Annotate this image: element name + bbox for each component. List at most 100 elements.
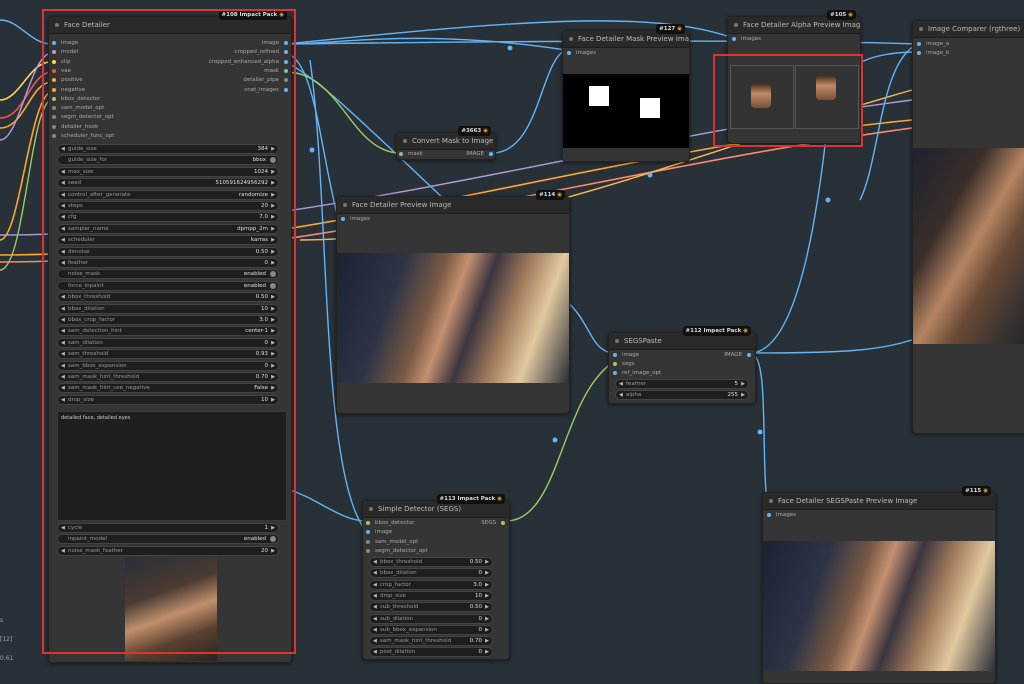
face-detailer-node[interactable]: Face Detailer #108 Impact Pack ◉ image mo…: [48, 10, 292, 663]
segs-paste-input-image[interactable]: image: [613, 351, 639, 359]
segs-paste-feather-widget[interactable]: ◀ feather 5 ▶: [615, 379, 749, 389]
increment-arrow-icon[interactable]: ▶: [485, 615, 489, 623]
port-dot[interactable]: [52, 50, 56, 55]
alpha-preview-input-images[interactable]: images: [732, 35, 761, 43]
fd-input-negative[interactable]: negative: [52, 86, 85, 94]
fd-input-scheduler-func-opt[interactable]: scheduler_func_opt: [52, 132, 114, 140]
decrement-arrow-icon[interactable]: ◀: [61, 305, 65, 313]
increment-arrow-icon[interactable]: ▶: [271, 327, 275, 335]
sd-widget-bbox-dilation[interactable]: ◀ bbox_dilation 0 ▶: [369, 568, 493, 579]
mask-preview-input-images[interactable]: images: [567, 49, 596, 57]
sd-widget-bbox-threshold[interactable]: ◀ bbox_threshold 0.50 ▶: [369, 557, 493, 567]
decrement-arrow-icon[interactable]: ◀: [373, 603, 377, 611]
port-dot[interactable]: [52, 106, 56, 111]
port-dot[interactable]: [52, 124, 56, 129]
port-dot[interactable]: [284, 68, 288, 73]
fd-widget-max-size[interactable]: ◀ max_size 1024 ▶: [57, 166, 279, 177]
segs-preview-input-images[interactable]: images: [767, 511, 796, 519]
increment-arrow-icon[interactable]: ▶: [485, 581, 489, 589]
increment-arrow-icon[interactable]: ▶: [485, 569, 489, 577]
decrement-arrow-icon[interactable]: ◀: [61, 225, 65, 233]
decrement-arrow-icon[interactable]: ◀: [61, 213, 65, 221]
fd-input-clip[interactable]: clip: [52, 58, 71, 66]
simple-detector-output[interactable]: SEGS: [481, 519, 505, 527]
fd-widget-cycle[interactable]: ◀ cycle 1 ▶: [57, 523, 279, 533]
fd-output-detailer-pipe[interactable]: detailer_pipe: [243, 76, 288, 84]
increment-arrow-icon[interactable]: ▶: [271, 202, 275, 210]
fd-widget-sam-dilation[interactable]: ◀ sam_dilation 0 ▶: [57, 337, 279, 348]
increment-arrow-icon[interactable]: ▶: [485, 603, 489, 611]
fd-widget-sam-mask-hint-threshold[interactable]: ◀ sam_mask_hint_threshold 0.70 ▶: [57, 372, 279, 382]
increment-arrow-icon[interactable]: ▶: [271, 362, 275, 370]
decrement-arrow-icon[interactable]: ◀: [61, 362, 65, 370]
increment-arrow-icon[interactable]: ▶: [271, 339, 275, 347]
fd-input-vae[interactable]: vae: [52, 67, 71, 75]
decrement-arrow-icon[interactable]: ◀: [61, 202, 65, 210]
sd-input-segm-detector-opt[interactable]: segm_detector_opt: [366, 547, 428, 555]
fd-widget-bbox-dilation[interactable]: ◀ bbox_dilation 10 ▶: [57, 303, 279, 314]
segs-paste-alpha-widget[interactable]: ◀ alpha 255 ▶: [615, 390, 749, 400]
fd-input-model[interactable]: model: [52, 48, 78, 56]
increment-arrow-icon[interactable]: ▶: [485, 558, 489, 566]
fd-output-cnet-images[interactable]: cnet_images: [244, 86, 288, 94]
increment-arrow-icon[interactable]: ▶: [485, 592, 489, 600]
decrement-arrow-icon[interactable]: ◀: [373, 581, 377, 589]
sd-widget-post-dilation[interactable]: ◀ post_dilation 0 ▶: [369, 647, 493, 658]
decrement-arrow-icon[interactable]: ◀: [373, 592, 377, 600]
fd-widget-bbox-threshold[interactable]: ◀ bbox_threshold 0.50 ▶: [57, 292, 279, 303]
sd-input-image[interactable]: image: [366, 528, 392, 536]
fd-widget-steps[interactable]: ◀ steps 20 ▶: [57, 201, 279, 211]
fd-input-bbox-detector[interactable]: bbox_detector: [52, 95, 100, 103]
decrement-arrow-icon[interactable]: ◀: [61, 327, 65, 335]
fd-widget-bbox-crop-factor[interactable]: ◀ bbox_crop_factor 3.0 ▶: [57, 315, 279, 325]
decrement-arrow-icon[interactable]: ◀: [373, 558, 377, 566]
fd-widget-sam-detection-hint[interactable]: ◀ sam_detection_hint center-1 ▶: [57, 326, 279, 337]
fd-output-image[interactable]: image: [262, 39, 288, 47]
fd-widget-cfg[interactable]: ◀ cfg 7.0 ▶: [57, 212, 279, 223]
port-dot[interactable]: [366, 530, 370, 535]
fd-widget-guide-size[interactable]: ◀ guide_size 384 ▶: [57, 144, 279, 154]
increment-arrow-icon[interactable]: ▶: [485, 626, 489, 634]
port-dot[interactable]: [52, 59, 56, 64]
alpha-preview-node[interactable]: Face Detailer Alpha Preview Image #105 ◉…: [727, 10, 861, 144]
fd-widget-guide-size-for[interactable]: guide_size_for bbox: [57, 155, 279, 166]
port-dot[interactable]: [284, 41, 288, 45]
port-dot[interactable]: [284, 59, 288, 64]
fd-input-sam-model-opt[interactable]: sam_model_opt: [52, 104, 104, 112]
increment-arrow-icon[interactable]: ▶: [271, 179, 275, 187]
toggle-knob[interactable]: [270, 282, 276, 289]
increment-arrow-icon[interactable]: ▶: [485, 637, 489, 645]
sd-input-sam-model-opt[interactable]: sam_model_opt: [366, 538, 418, 546]
fd-widget-force-inpaint[interactable]: force_inpaint enabled: [57, 280, 279, 291]
convert-mask-node[interactable]: Convert Mask to Image #3663 ◉ mask IMAGE: [396, 126, 496, 160]
toggle-knob[interactable]: [270, 157, 276, 164]
decrement-arrow-icon[interactable]: ◀: [61, 339, 65, 347]
port-dot[interactable]: [52, 115, 56, 120]
port-dot[interactable]: [52, 96, 56, 101]
sd-input-bbox-detector[interactable]: bbox_detector: [366, 519, 414, 527]
sd-widget-sub-bbox-expansion[interactable]: ◀ sub_bbox_expansion 0 ▶: [369, 624, 493, 635]
decrement-arrow-icon[interactable]: ◀: [61, 168, 65, 176]
mask-preview-node[interactable]: Face Detailer Mask Preview Image #127 ◉ …: [562, 24, 690, 162]
fd-input-positive[interactable]: positive: [52, 76, 83, 84]
toggle-knob[interactable]: [270, 536, 276, 543]
increment-arrow-icon[interactable]: ▶: [271, 350, 275, 358]
increment-arrow-icon[interactable]: ▶: [271, 547, 275, 555]
port-dot[interactable]: [52, 134, 56, 138]
comparer-input-a[interactable]: image_a: [917, 40, 949, 48]
decrement-arrow-icon[interactable]: ◀: [61, 145, 65, 153]
decrement-arrow-icon[interactable]: ◀: [61, 373, 65, 381]
decrement-arrow-icon[interactable]: ◀: [61, 350, 65, 358]
fd-input-image[interactable]: image: [52, 39, 78, 47]
increment-arrow-icon[interactable]: ▶: [271, 191, 275, 199]
sd-widget-sam-mask-hint-threshold[interactable]: ◀ sam_mask_hint_threshold 0.70 ▶: [369, 636, 493, 647]
fd-preview-input-images[interactable]: images: [341, 215, 370, 223]
increment-arrow-icon[interactable]: ▶: [271, 373, 275, 381]
decrement-arrow-icon[interactable]: ◀: [373, 569, 377, 577]
comparer-image[interactable]: [913, 148, 1024, 344]
sd-widget-drop-size[interactable]: ◀ drop_size 10 ▶: [369, 590, 493, 601]
sd-widget-sub-threshold[interactable]: ◀ sub_threshold 0.50 ▶: [369, 602, 493, 613]
port-dot[interactable]: [366, 548, 370, 553]
increment-arrow-icon[interactable]: ▶: [271, 305, 275, 313]
port-dot[interactable]: [52, 68, 56, 73]
